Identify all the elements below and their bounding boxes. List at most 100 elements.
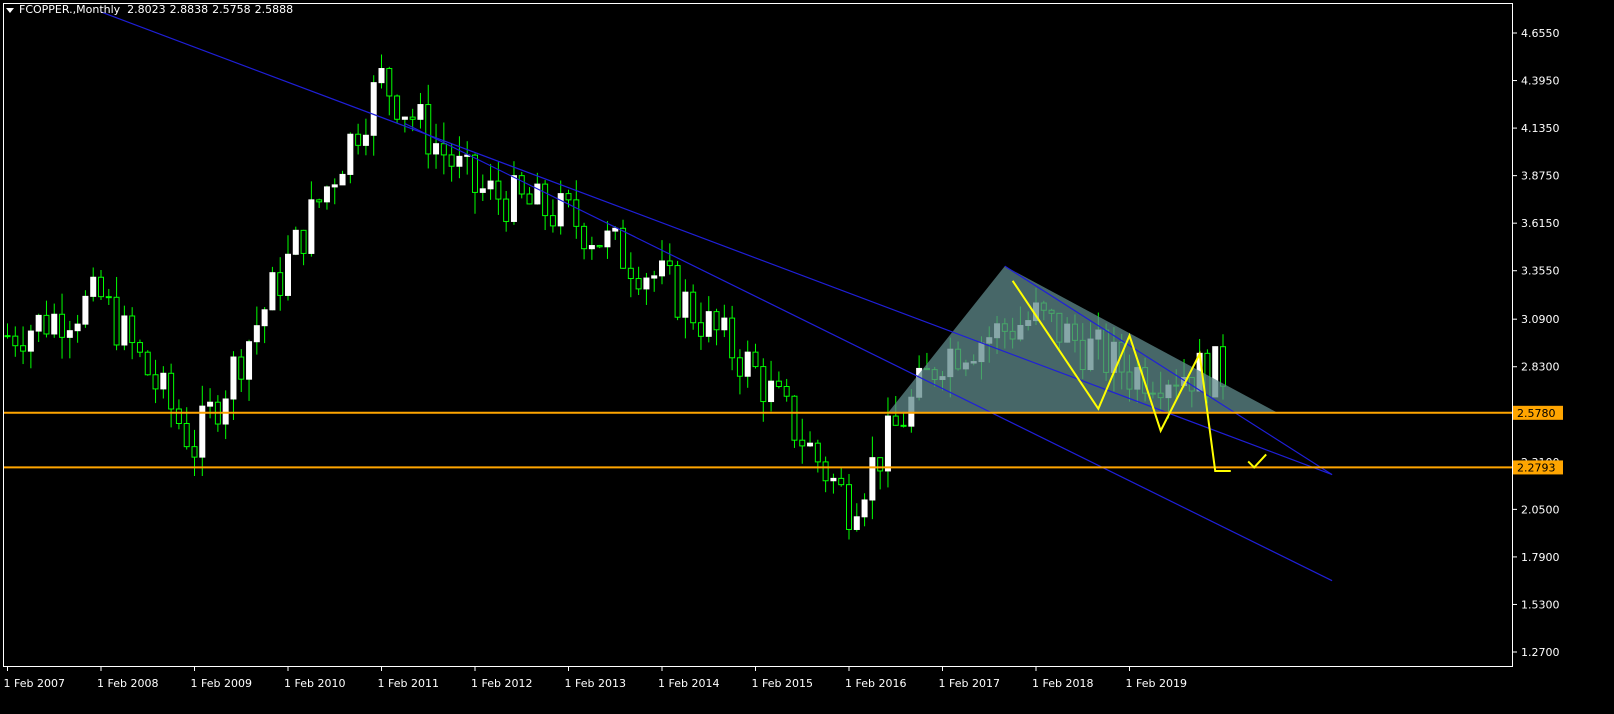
candle-body xyxy=(565,193,572,201)
candle-body xyxy=(596,245,603,248)
candle-body xyxy=(729,317,736,359)
x-tick-label: 1 Feb 2015 xyxy=(752,677,813,690)
candle-body xyxy=(183,423,190,448)
candle-body xyxy=(581,225,588,250)
candle-body xyxy=(666,260,673,267)
y-tick-label: 3.0900 xyxy=(1521,313,1560,326)
candle-body xyxy=(697,322,704,337)
candle-body xyxy=(884,415,891,472)
candle-body xyxy=(292,229,299,255)
x-tick-label: 1 Feb 2010 xyxy=(284,677,345,690)
candle-body xyxy=(222,398,229,425)
candle-body xyxy=(853,516,860,530)
candle-body xyxy=(191,446,198,458)
overlay-layer xyxy=(4,11,1512,582)
candle-body xyxy=(659,260,665,277)
x-tick-label: 1 Feb 2009 xyxy=(191,677,252,690)
price-level-tag-label: 2.2793 xyxy=(1517,461,1556,474)
candle-body xyxy=(300,229,307,254)
time-axis: 1 Feb 2007 1 Feb 2008 1 Feb 2009 1 Feb 2010… xyxy=(4,666,1187,690)
candle-body xyxy=(308,199,315,254)
candle-body xyxy=(230,356,237,400)
candle-body xyxy=(98,276,104,298)
upper-trendline xyxy=(100,11,1333,476)
candle-body xyxy=(277,272,284,296)
candle-body xyxy=(573,199,580,227)
candle-body xyxy=(207,401,214,407)
candle-body xyxy=(152,374,159,390)
candle-body xyxy=(526,193,533,205)
candle-body xyxy=(869,457,876,501)
candle-body xyxy=(822,461,829,482)
candle-body xyxy=(830,477,837,482)
candle-body xyxy=(90,276,97,297)
y-tick-label: 2.8300 xyxy=(1521,361,1560,374)
candle-body xyxy=(651,275,658,279)
price-chart[interactable]: 4.6550 4.3950 4.1350 3.8750 3.6150 3.3550 3.09… xyxy=(0,0,1614,714)
y-tick-label: 3.3550 xyxy=(1521,265,1560,278)
candle-body xyxy=(877,457,884,472)
candle-body xyxy=(479,188,486,193)
candle-body xyxy=(791,395,798,441)
x-tick-label: 1 Feb 2012 xyxy=(471,677,532,690)
candle-body xyxy=(682,291,689,318)
candle-body xyxy=(892,415,899,426)
candle-body xyxy=(269,272,276,311)
candle-body xyxy=(588,245,595,250)
y-tick-label: 4.3950 xyxy=(1521,75,1560,88)
candle-body xyxy=(355,133,362,146)
candle-body xyxy=(557,193,564,227)
candle-body xyxy=(838,477,845,486)
candle-body xyxy=(846,484,852,530)
candle-body xyxy=(316,199,323,203)
chart-header[interactable]: FCOPPER.,Monthly 2.8023 2.8838 2.5758 2.588… xyxy=(6,3,297,16)
symbol-label: FCOPPER.,Monthly xyxy=(19,3,121,16)
candle-body xyxy=(246,341,253,380)
candle-body xyxy=(129,315,136,344)
candle-body xyxy=(487,180,494,190)
candle-body xyxy=(768,380,775,403)
candle-body xyxy=(775,380,782,387)
candle-body xyxy=(448,154,455,167)
candle-body xyxy=(627,267,634,280)
candle-body xyxy=(261,309,268,327)
ohlc-low: 2.5758 xyxy=(212,3,251,16)
ohlc-high: 2.8838 xyxy=(169,3,209,16)
candle-body xyxy=(1220,346,1226,387)
candle-body xyxy=(807,442,814,447)
candle-body xyxy=(168,372,175,410)
candle-body xyxy=(690,291,697,324)
candle-body xyxy=(121,315,128,346)
candle-body xyxy=(136,342,143,353)
candle-body xyxy=(440,143,447,156)
y-tick-label: 2.0500 xyxy=(1521,503,1560,516)
candle-body xyxy=(66,330,73,338)
candle-body xyxy=(378,68,385,84)
candle-body xyxy=(12,335,19,347)
candle-body xyxy=(744,351,751,377)
y-tick-label: 1.5300 xyxy=(1521,598,1560,611)
y-tick-label: 4.1350 xyxy=(1521,122,1560,135)
candle-body xyxy=(635,278,642,290)
candle-body xyxy=(814,442,821,463)
candle-body xyxy=(713,311,720,331)
candle-body xyxy=(783,385,790,397)
x-tick-label: 1 Feb 2018 xyxy=(1032,677,1093,690)
candle-body xyxy=(51,313,58,335)
y-tick-label: 1.2700 xyxy=(1521,646,1560,659)
y-tick-label: 1.7900 xyxy=(1521,551,1560,564)
candle-body xyxy=(323,186,330,203)
candle-body xyxy=(721,317,728,331)
candle-body xyxy=(861,499,868,518)
candle-body xyxy=(4,335,11,338)
price-level-tag-label: 2.5780 xyxy=(1517,407,1556,420)
candle-body xyxy=(331,184,338,188)
candle-body xyxy=(417,104,424,120)
x-tick-label: 1 Feb 2014 xyxy=(658,677,719,690)
dropdown-arrow-icon[interactable] xyxy=(6,7,14,13)
candle-body xyxy=(253,325,260,343)
candle-body xyxy=(495,180,502,200)
candle-body xyxy=(43,314,50,335)
candle-body xyxy=(401,116,408,120)
candle-body xyxy=(456,155,463,167)
